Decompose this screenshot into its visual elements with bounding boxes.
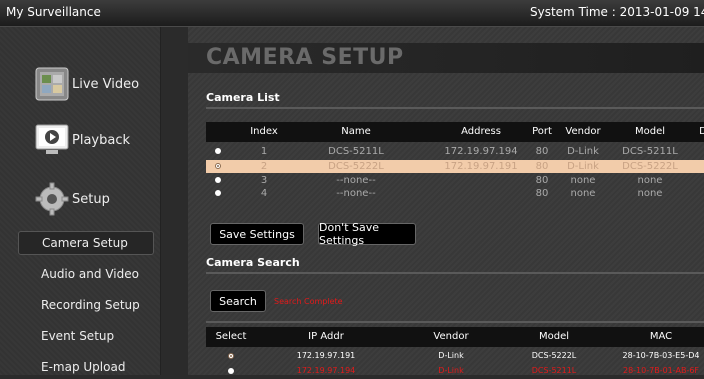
row-radio[interactable] — [215, 148, 221, 154]
sidebar-item-label: Playback — [72, 132, 131, 148]
divider — [206, 107, 704, 109]
row-port: 80 — [535, 146, 549, 157]
col-vendor: Vendor — [433, 331, 469, 342]
divider — [206, 272, 704, 274]
table-row[interactable]: 172.19.97.191 D-Link DCS-5222L 28-10-7B-… — [206, 351, 704, 362]
row-mac: 28-10-7B-01-AB-6F — [622, 366, 700, 375]
table-header: Select IP Addr Vendor Model MAC — [206, 327, 704, 347]
col-address: Address — [461, 126, 501, 137]
row-radio[interactable] — [228, 353, 234, 359]
row-model: DCS-5211L — [531, 366, 577, 375]
col-mac: MAC — [649, 331, 673, 342]
row-port: 80 — [535, 161, 549, 172]
row-model: none — [637, 175, 663, 186]
col-model: Model — [634, 126, 666, 137]
app-title: My Surveillance — [6, 5, 101, 19]
title-bar: My Surveillance System Time : 2013-01-09… — [0, 0, 704, 27]
row-port: 80 — [535, 175, 549, 186]
sidebar-item-recording-setup[interactable]: Recording Setup — [18, 293, 154, 317]
row-address: 172.19.97.194 — [444, 146, 518, 157]
main-panel: CAMERA SETUP Camera List Index Name Addr… — [188, 27, 704, 375]
row-name: --none-- — [336, 188, 376, 199]
col-vendor: Vendor — [565, 126, 601, 137]
col-select: Select — [215, 331, 247, 342]
row-index: 1 — [260, 146, 268, 157]
playback-icon — [34, 122, 70, 158]
sidebar: Live Video Playback Setup Camera Setup A… — [0, 27, 161, 375]
col-model: Model — [538, 331, 570, 342]
table-row-selected[interactable]: 2 DCS-5222L 172.19.97.191 80 D-Link DCS-… — [206, 160, 704, 173]
row-index: 2 — [260, 161, 268, 172]
row-radio[interactable] — [215, 190, 221, 196]
table-row[interactable]: 4 --none-- 80 none none — [206, 188, 704, 199]
page-title: CAMERA SETUP — [188, 43, 704, 73]
row-vendor: D-Link — [567, 146, 599, 157]
row-model: DCS-5222L — [622, 161, 678, 172]
row-model: none — [637, 188, 663, 199]
camera-search-heading: Camera Search — [206, 256, 300, 269]
sidebar-item-emap-upload[interactable]: E-map Upload — [18, 355, 154, 379]
row-name: DCS-5211L — [328, 146, 384, 157]
save-settings-button[interactable]: Save Settings — [210, 223, 304, 245]
row-ip: 172.19.97.194 — [296, 366, 356, 375]
row-ip: 172.19.97.191 — [296, 351, 356, 360]
table-row[interactable]: 3 --none-- 80 none none — [206, 175, 704, 186]
table-header: Index Name Address Port Vendor Model D — [206, 122, 704, 142]
row-index: 3 — [260, 175, 268, 186]
sidebar-item-live-video[interactable]: Live Video — [34, 66, 139, 102]
row-port: 80 — [535, 188, 549, 199]
col-index: Index — [250, 126, 278, 137]
search-button[interactable]: Search — [210, 290, 266, 312]
row-vendor: none — [570, 188, 596, 199]
row-vendor: none — [570, 175, 596, 186]
sidebar-item-playback[interactable]: Playback — [34, 122, 130, 158]
table-row[interactable]: 1 DCS-5211L 172.19.97.194 80 D-Link DCS-… — [206, 146, 704, 157]
table-row[interactable]: 172.19.97.194 D-Link DCS-5211L 28-10-7B-… — [206, 366, 704, 375]
row-model: DCS-5211L — [622, 146, 678, 157]
row-vendor: D-Link — [567, 161, 599, 172]
row-index: 4 — [260, 188, 268, 199]
row-name: DCS-5222L — [328, 161, 384, 172]
row-model: DCS-5222L — [531, 351, 577, 360]
col-d: D — [699, 126, 704, 137]
camera-list-table: Index Name Address Port Vendor Model D 1… — [206, 122, 704, 199]
camera-list-heading: Camera List — [206, 91, 280, 104]
row-address: 172.19.97.191 — [444, 161, 518, 172]
row-radio[interactable] — [215, 163, 221, 169]
sidebar-item-event-setup[interactable]: Event Setup — [18, 324, 154, 348]
gear-icon — [34, 181, 70, 217]
dont-save-settings-button[interactable]: Don't Save Settings — [318, 221, 416, 247]
row-vendor: D-Link — [438, 366, 464, 375]
sidebar-item-setup[interactable]: Setup — [34, 181, 110, 217]
row-mac: 28-10-7B-03-E5-D4 — [622, 351, 700, 360]
live-video-icon — [34, 66, 70, 102]
row-name: --none-- — [336, 175, 376, 186]
sidebar-item-camera-setup[interactable]: Camera Setup — [18, 231, 154, 255]
row-radio[interactable] — [215, 177, 221, 183]
row-radio[interactable] — [228, 368, 234, 374]
row-vendor: D-Link — [438, 351, 464, 360]
sidebar-item-label: Setup — [72, 191, 110, 207]
system-time: System Time : 2013-01-09 14 — [530, 5, 704, 19]
camera-search-table: Select IP Addr Vendor Model MAC 172.19.9… — [206, 327, 704, 375]
col-port: Port — [532, 126, 552, 137]
search-status: Search Complete — [274, 297, 343, 306]
col-ip-addr: IP Addr — [308, 331, 344, 342]
sidebar-item-audio-video[interactable]: Audio and Video — [18, 262, 154, 286]
col-name: Name — [341, 126, 371, 137]
sidebar-item-label: Live Video — [72, 76, 140, 92]
divider — [206, 321, 704, 323]
